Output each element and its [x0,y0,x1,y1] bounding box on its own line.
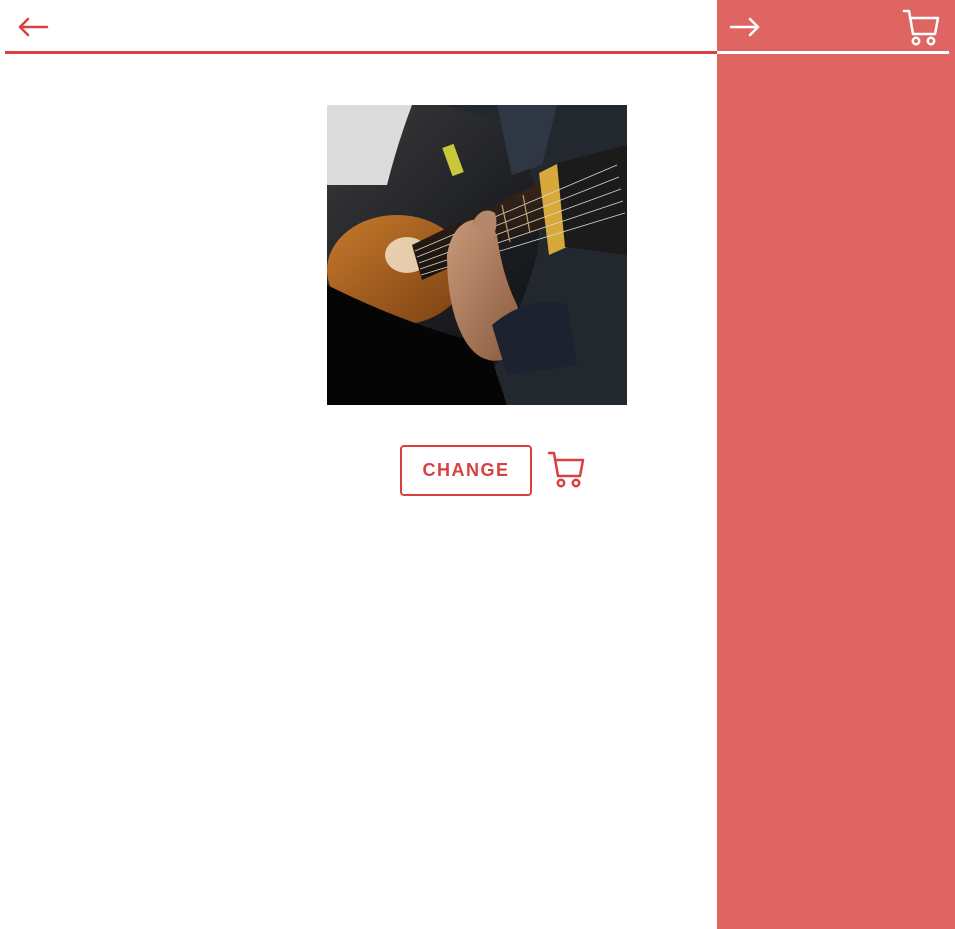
back-button[interactable] [17,13,49,41]
change-button[interactable]: CHANGE [400,445,532,496]
arrow-left-icon [18,17,49,37]
add-to-cart-button[interactable] [546,450,586,490]
arrow-right-icon [729,17,760,37]
side-cart-button[interactable] [901,8,941,48]
side-panel [717,0,955,929]
cart-icon [902,9,940,46]
page: CHANGE [0,0,955,929]
cart-icon [547,451,585,488]
main-header [5,0,717,54]
product-image [327,105,627,405]
forward-button[interactable] [729,13,761,41]
change-button-label: CHANGE [422,460,510,480]
guitar-photo [327,105,627,405]
side-panel-header [717,0,949,54]
